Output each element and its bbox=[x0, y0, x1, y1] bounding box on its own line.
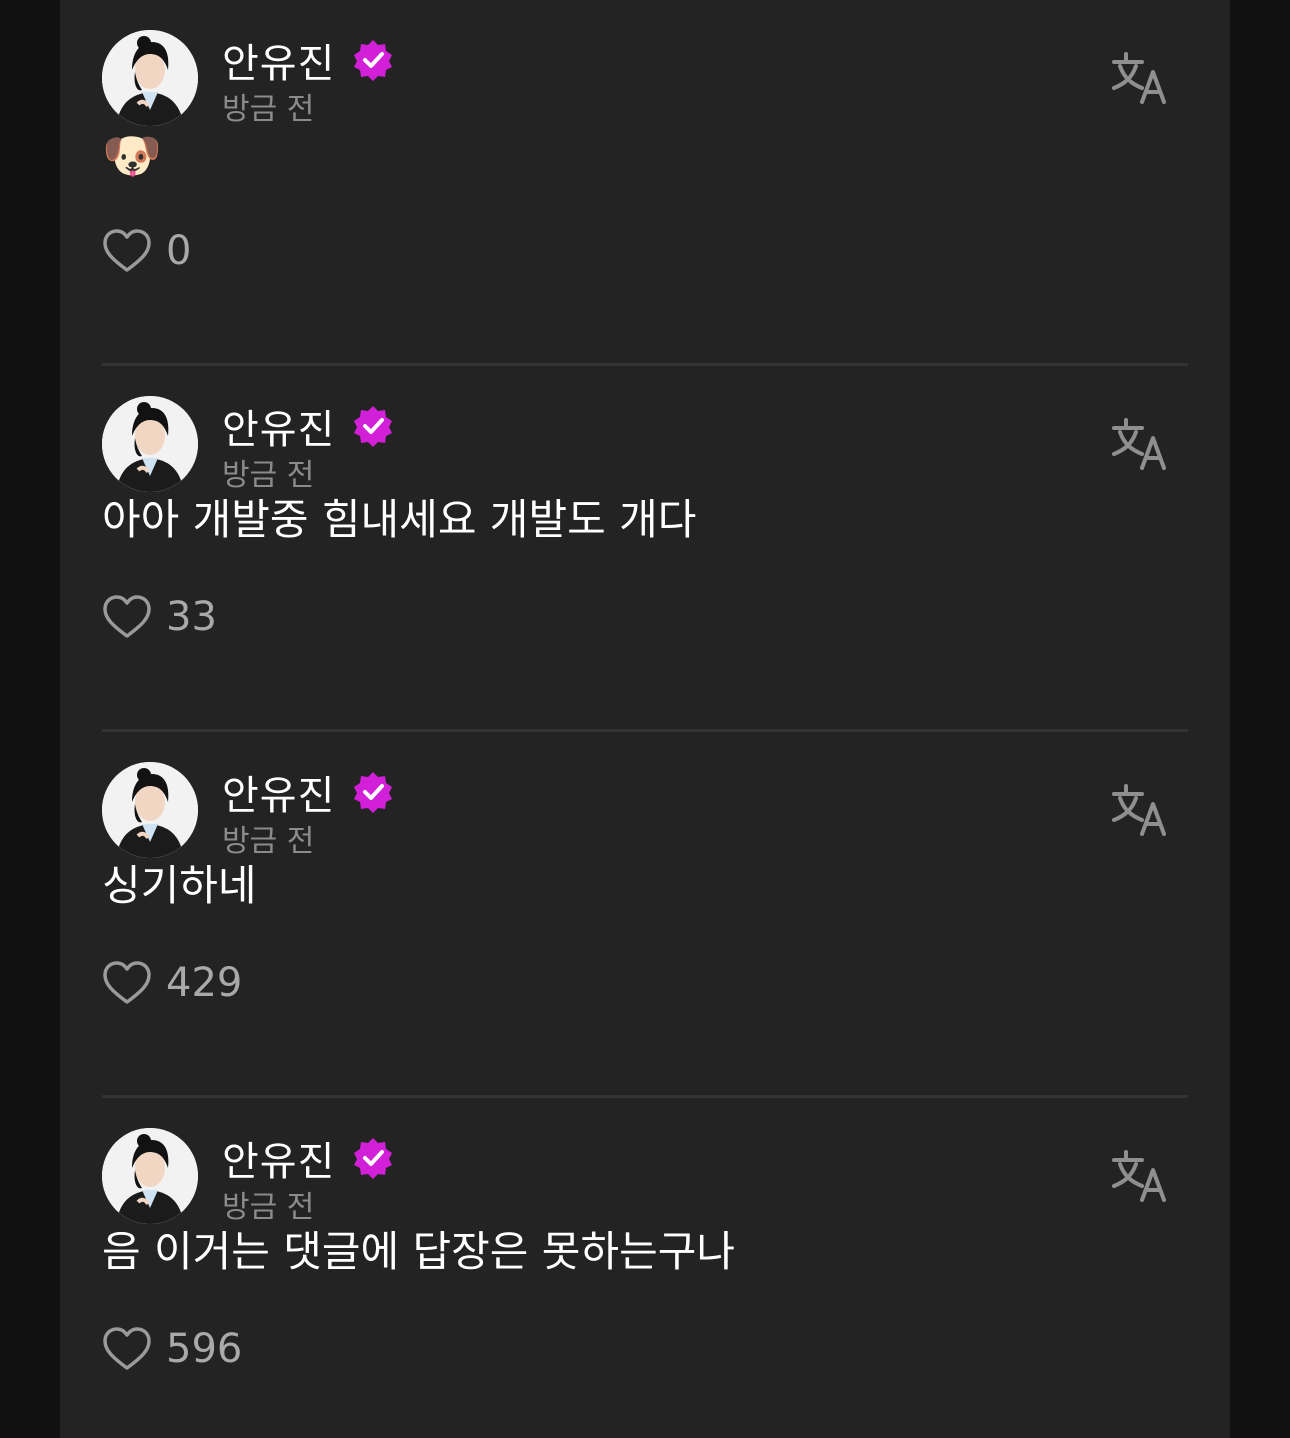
like-count: 429 bbox=[166, 960, 243, 1006]
comment-text: 아아 개발중 힘내세요 개발도 개다 bbox=[102, 495, 697, 544]
author-name[interactable]: 안유진 bbox=[222, 31, 335, 89]
timestamp: 방금 전 bbox=[222, 824, 315, 859]
translate-icon[interactable] bbox=[1112, 50, 1170, 106]
avatar[interactable] bbox=[102, 762, 198, 858]
avatar[interactable] bbox=[102, 1128, 198, 1224]
like-row: 429 bbox=[102, 958, 242, 1008]
comments-panel: 안유진 방금 전 🐶 0 안유진 방금 전 아아 개발중 힘내세요 개발도 개다… bbox=[60, 0, 1230, 1438]
author-name[interactable]: 안유진 bbox=[222, 397, 335, 455]
heart-outline-icon[interactable] bbox=[102, 228, 152, 274]
comment-text: 싱기하네 bbox=[102, 861, 257, 910]
author-name[interactable]: 안유진 bbox=[222, 763, 335, 821]
comments-screen: 안유진 방금 전 🐶 0 안유진 방금 전 아아 개발중 힘내세요 개발도 개다… bbox=[0, 0, 1290, 1438]
verified-badge-icon bbox=[354, 1138, 393, 1179]
translate-icon[interactable] bbox=[1112, 416, 1170, 472]
translate-icon[interactable] bbox=[1112, 782, 1170, 838]
like-row: 596 bbox=[102, 1324, 242, 1374]
author-row: 안유진 bbox=[222, 397, 395, 455]
timestamp: 방금 전 bbox=[222, 458, 315, 493]
comment-header: 안유진 방금 전 bbox=[102, 1128, 1188, 1228]
heart-outline-icon[interactable] bbox=[102, 594, 152, 640]
avatar[interactable] bbox=[102, 396, 198, 492]
verified-badge-icon bbox=[354, 40, 393, 81]
avatar[interactable] bbox=[102, 30, 198, 126]
heart-outline-icon[interactable] bbox=[102, 1326, 152, 1372]
verified-badge-icon bbox=[354, 406, 393, 447]
comment-header: 안유진 방금 전 bbox=[102, 762, 1188, 862]
author-name[interactable]: 안유진 bbox=[222, 1129, 335, 1187]
timestamp: 방금 전 bbox=[222, 92, 315, 127]
like-count: 0 bbox=[166, 228, 192, 274]
like-count: 596 bbox=[166, 1326, 243, 1372]
like-row: 0 bbox=[102, 226, 191, 276]
like-count: 33 bbox=[166, 594, 217, 640]
comment-text: 음 이거는 댓글에 답장은 못하는구나 bbox=[102, 1227, 736, 1276]
comment-item: 안유진 방금 전 bbox=[102, 0, 1188, 366]
comment-item: 안유진 방금 전 bbox=[102, 732, 1188, 1098]
comment-item: 안유진 방금 전 bbox=[102, 1098, 1188, 1438]
comment-header: 안유진 방금 전 bbox=[102, 30, 1188, 130]
heart-outline-icon[interactable] bbox=[102, 960, 152, 1006]
author-row: 안유진 bbox=[222, 763, 395, 821]
comment-header: 안유진 방금 전 bbox=[102, 396, 1188, 496]
like-row: 33 bbox=[102, 592, 217, 642]
verified-badge-icon bbox=[354, 772, 393, 813]
comment-item: 안유진 방금 전 bbox=[102, 366, 1188, 732]
author-row: 안유진 bbox=[222, 31, 395, 89]
author-row: 안유진 bbox=[222, 1129, 395, 1187]
timestamp: 방금 전 bbox=[222, 1190, 315, 1225]
comment-text: 🐶 bbox=[102, 128, 162, 184]
translate-icon[interactable] bbox=[1112, 1148, 1170, 1204]
